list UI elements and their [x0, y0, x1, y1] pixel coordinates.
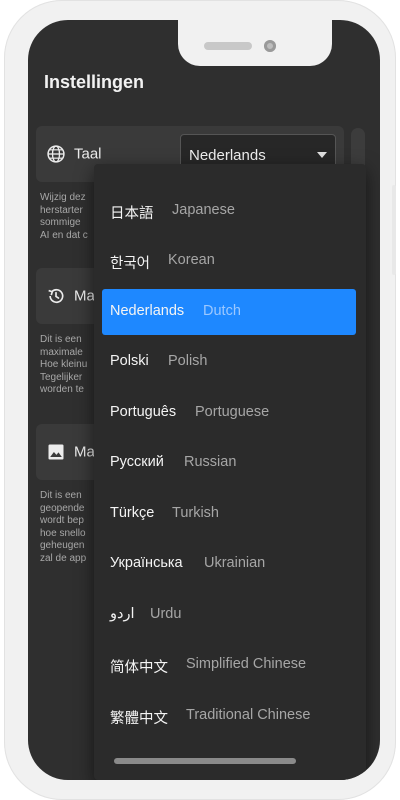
language-option-polish[interactable]: Polski Polish — [102, 339, 356, 385]
media-label: Ma — [74, 443, 95, 461]
language-option-korean[interactable]: 한국어 Korean — [102, 238, 356, 284]
language-option-simplified-chinese[interactable]: 简体中文 Simplified Chinese — [102, 642, 356, 688]
language-option-portuguese[interactable]: Português Portuguese — [102, 390, 356, 436]
language-option-turkish[interactable]: Türkçe Turkish — [102, 491, 356, 537]
image-icon — [48, 444, 64, 460]
app-screen: Instellingen Taal Nederlands Wijzig dez … — [28, 20, 380, 780]
language-option-traditional-chinese[interactable]: 繁體中文 Traditional Chinese — [102, 693, 356, 739]
option-english-name: Turkish — [172, 505, 219, 521]
option-native-name: 繁體中文 — [110, 711, 168, 727]
language-option-dutch[interactable]: Nederlands Dutch — [102, 289, 356, 335]
phone-frame: Instellingen Taal Nederlands Wijzig dez … — [4, 0, 396, 800]
language-option-russian[interactable]: Русский Russian — [102, 440, 356, 486]
option-english-name: Dutch — [203, 303, 241, 319]
option-english-name: Polish — [168, 353, 208, 369]
side-button — [392, 185, 396, 275]
option-english-name: Urdu — [150, 606, 182, 622]
option-english-name: Ukrainian — [204, 555, 266, 571]
caret-down-icon — [317, 152, 327, 158]
option-native-name: اردو — [110, 606, 135, 622]
option-native-name: 简体中文 — [110, 660, 168, 676]
camera — [264, 40, 276, 52]
option-english-name: Portuguese — [195, 404, 270, 420]
language-label: Taal — [74, 145, 102, 163]
history-icon — [48, 288, 64, 304]
option-native-name: Українська — [110, 555, 183, 571]
option-english-name: Korean — [168, 252, 215, 268]
option-native-name: Português — [110, 404, 177, 420]
globe-icon — [47, 145, 65, 163]
language-option-urdu[interactable]: اردو Urdu — [102, 592, 356, 638]
option-native-name: 日本語 — [110, 206, 154, 222]
option-english-name: Russian — [184, 454, 237, 470]
language-select-value: Nederlands — [189, 147, 266, 164]
option-native-name: Türkçe — [110, 505, 155, 521]
language-option-japanese[interactable]: 日本語 Japanese — [102, 188, 356, 234]
speaker — [204, 42, 252, 50]
option-native-name: Русский — [110, 454, 164, 470]
language-dropdown-menu: 日本語 Japanese 한국어 Korean Nederlands Dutch… — [94, 164, 366, 780]
notch — [178, 20, 332, 66]
option-english-name: Simplified Chinese — [186, 656, 307, 672]
option-native-name: Polski — [110, 353, 149, 369]
language-option-ukrainian[interactable]: Українська Ukrainian — [102, 541, 356, 587]
home-indicator[interactable] — [114, 758, 296, 764]
option-native-name: Nederlands — [110, 303, 185, 319]
history-label: Ma — [74, 287, 95, 305]
option-english-name: Japanese — [172, 202, 235, 218]
option-english-name: Traditional Chinese — [186, 707, 311, 723]
page-title: Instellingen — [44, 72, 145, 92]
option-native-name: 한국어 — [110, 256, 151, 272]
